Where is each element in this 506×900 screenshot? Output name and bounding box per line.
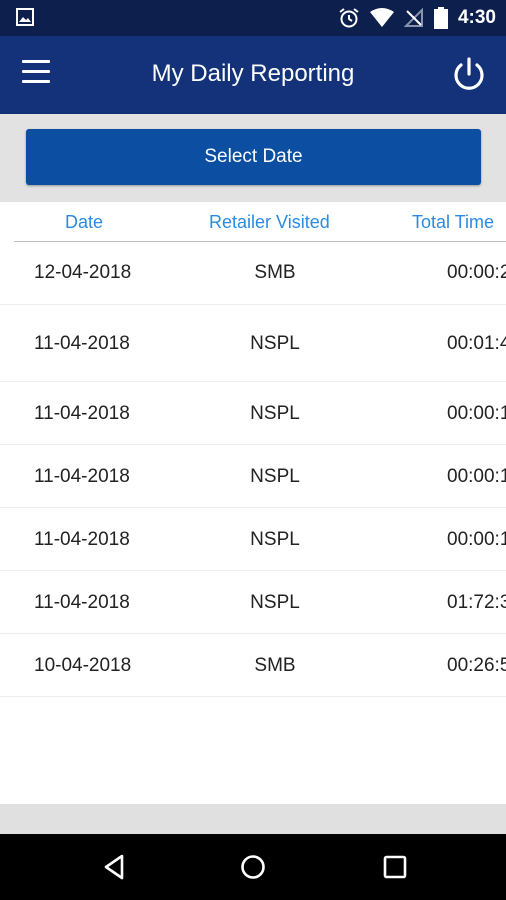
report-table[interactable]: Date Retailer Visited Total Time 12-04-2… — [0, 202, 506, 804]
row-date: 12-04-2018 — [34, 262, 132, 283]
table-row[interactable]: 10-04-2018 SMB 00:26:5 — [0, 634, 506, 697]
row-retailer: NSPL — [250, 529, 300, 550]
clock-time: 4:30 — [457, 7, 496, 28]
bottom-band — [0, 804, 506, 834]
table-row[interactable]: 11-04-2018 NSPL 00:00:1 — [0, 508, 506, 571]
row-total-time: 01:72:3 — [447, 592, 506, 613]
row-date: 11-04-2018 — [34, 592, 130, 613]
no-signal-icon — [403, 8, 423, 27]
power-icon[interactable] — [450, 56, 488, 94]
back-icon[interactable] — [100, 852, 130, 882]
app-bar: My Daily Reporting — [0, 36, 506, 114]
row-total-time: 00:26:5 — [447, 655, 506, 676]
table-row[interactable]: 11-04-2018 NSPL 00:01:4 — [0, 305, 506, 382]
battery-icon — [433, 7, 448, 29]
recents-icon[interactable] — [380, 852, 410, 882]
row-total-time: 00:00:2 — [447, 262, 506, 283]
row-date: 11-04-2018 — [34, 333, 130, 354]
header-date: Date — [65, 212, 104, 232]
table-header: Date Retailer Visited Total Time — [0, 202, 506, 242]
row-date: 11-04-2018 — [34, 529, 130, 550]
row-retailer: NSPL — [250, 466, 300, 487]
table-row[interactable]: 11-04-2018 NSPL 01:72:3 — [0, 571, 506, 634]
row-retailer: SMB — [254, 262, 296, 283]
row-retailer: NSPL — [250, 333, 300, 354]
header-retailer-visited: Retailer Visited — [209, 212, 330, 232]
row-date: 11-04-2018 — [34, 466, 130, 487]
alarm-icon — [339, 8, 359, 28]
navigation-bar — [0, 834, 506, 900]
select-date-band: Select Date — [0, 114, 506, 202]
table-row[interactable]: 11-04-2018 NSPL 00:00:1 — [0, 445, 506, 508]
wifi-icon — [369, 8, 394, 27]
table-row[interactable]: 12-04-2018 SMB 00:00:2 — [0, 242, 506, 305]
row-retailer: NSPL — [250, 403, 300, 424]
row-date: 11-04-2018 — [34, 403, 130, 424]
header-total-time: Total Time — [412, 212, 495, 232]
image-icon — [16, 8, 34, 26]
row-retailer: NSPL — [250, 592, 300, 613]
row-total-time: 00:01:4 — [447, 333, 506, 354]
select-date-button[interactable]: Select Date — [26, 129, 481, 185]
row-retailer: SMB — [254, 655, 296, 676]
row-total-time: 00:00:1 — [447, 403, 506, 424]
row-date: 10-04-2018 — [34, 655, 132, 676]
row-total-time: 00:00:1 — [447, 529, 506, 550]
home-icon[interactable] — [238, 852, 268, 882]
table-row[interactable]: 11-04-2018 NSPL 00:00:1 — [0, 382, 506, 445]
row-total-time: 00:00:1 — [447, 466, 506, 487]
status-bar: 4:30 — [0, 0, 506, 36]
page-title: My Daily Reporting — [151, 60, 355, 87]
